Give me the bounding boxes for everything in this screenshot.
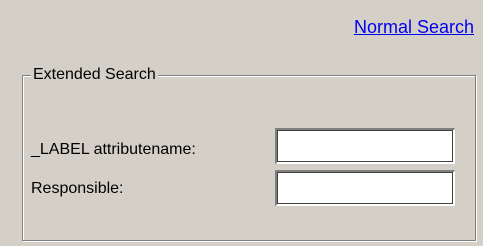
responsible-input[interactable] xyxy=(275,170,455,206)
responsible-label: Responsible: xyxy=(31,180,124,197)
label-attributename-label: _LABEL attributename: xyxy=(31,141,196,158)
extended-search-groupbox: Extended Search _LABEL attributename: Re… xyxy=(22,65,476,241)
extended-search-legend: Extended Search xyxy=(31,65,158,85)
search-panel: Normal Search Extended Search _LABEL att… xyxy=(0,0,484,247)
label-attributename-input[interactable] xyxy=(275,128,455,164)
normal-search-link[interactable]: Normal Search xyxy=(354,17,474,38)
